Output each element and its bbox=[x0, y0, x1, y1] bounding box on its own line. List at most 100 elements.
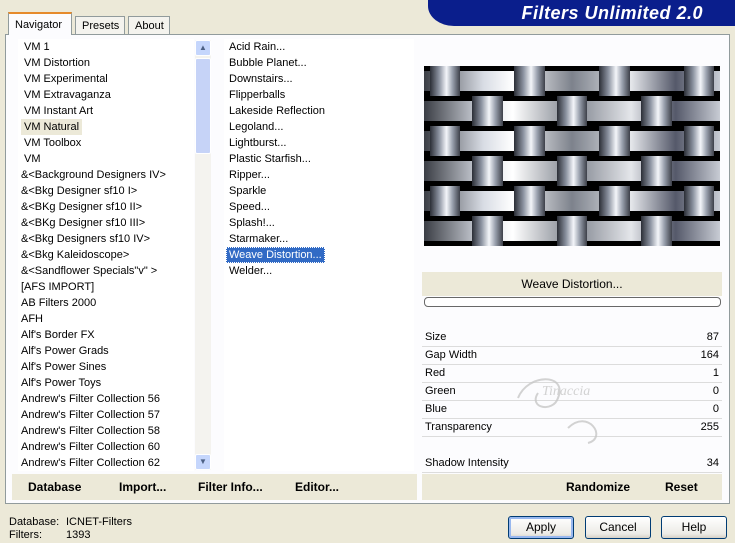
category-item[interactable]: &<Bkg Designer sf10 I> bbox=[18, 183, 140, 199]
import-button[interactable]: Import... bbox=[119, 474, 166, 500]
apply-button[interactable]: Apply bbox=[508, 516, 574, 539]
cancel-button[interactable]: Cancel bbox=[585, 516, 651, 539]
status-filters-value: 1393 bbox=[66, 529, 91, 541]
weave-vertical-strip bbox=[472, 216, 503, 246]
filter-item[interactable]: Flipperballs bbox=[226, 87, 288, 103]
category-item[interactable]: &<Bkg Kaleidoscope> bbox=[18, 247, 132, 263]
filter-item[interactable]: Lightburst... bbox=[226, 135, 289, 151]
weave-horizontal-strip bbox=[424, 131, 720, 151]
category-item[interactable]: &<BKg Designer sf10 II> bbox=[18, 199, 145, 215]
category-scrollbar[interactable]: ▲ ▼ bbox=[195, 40, 211, 470]
category-item[interactable]: AFH bbox=[18, 311, 46, 327]
category-item[interactable]: AB Filters 2000 bbox=[18, 295, 99, 311]
tab-about[interactable]: About bbox=[128, 16, 170, 34]
param-name: Gap Width bbox=[425, 349, 477, 361]
filter-item[interactable]: Ripper... bbox=[226, 167, 273, 183]
category-item[interactable]: VM Distortion bbox=[21, 55, 93, 71]
filter-item[interactable]: Plastic Starfish... bbox=[226, 151, 314, 167]
weave-horizontal-strip bbox=[424, 71, 720, 91]
banner-title: Filters Unlimited 2.0 bbox=[521, 3, 703, 23]
param-name: Size bbox=[425, 331, 447, 343]
filter-item[interactable]: Acid Rain... bbox=[226, 39, 288, 55]
weave-vertical-strip bbox=[683, 186, 715, 216]
editor-button[interactable]: Editor... bbox=[295, 474, 339, 500]
preview-image bbox=[424, 66, 720, 246]
title-banner: Filters Unlimited 2.0 bbox=[428, 0, 735, 26]
weave-vertical-strip bbox=[556, 96, 588, 126]
bottom-toolbar-left: Database Import... Filter Info... Editor… bbox=[12, 474, 417, 500]
scroll-up-icon[interactable]: ▲ bbox=[195, 40, 211, 56]
filter-item[interactable]: Legoland... bbox=[226, 119, 286, 135]
weave-vertical-strip bbox=[429, 186, 461, 216]
param-row[interactable]: Size 87 bbox=[422, 328, 722, 346]
category-item[interactable]: Alf's Power Sines bbox=[18, 359, 109, 375]
randomize-button[interactable]: Randomize bbox=[566, 474, 630, 500]
filter-info-button[interactable]: Filter Info... bbox=[198, 474, 263, 500]
category-item[interactable]: Andrew's Filter Collection 60 bbox=[18, 439, 163, 455]
weave-vertical-strip bbox=[514, 126, 545, 156]
param-value: 164 bbox=[700, 349, 719, 361]
category-item[interactable]: Andrew's Filter Collection 58 bbox=[18, 423, 163, 439]
filter-item[interactable]: Welder... bbox=[226, 263, 275, 279]
watermark-swirl-icon bbox=[517, 378, 598, 444]
category-item[interactable]: Andrew's Filter Collection 56 bbox=[18, 391, 163, 407]
category-item[interactable]: VM bbox=[21, 151, 44, 167]
status-filters-label: Filters: bbox=[9, 529, 42, 541]
help-button[interactable]: Help bbox=[661, 516, 727, 539]
weave-vertical-strip bbox=[683, 66, 715, 96]
progress-bar bbox=[424, 297, 721, 307]
weave-vertical-strip bbox=[472, 156, 503, 186]
weave-vertical-strip bbox=[514, 66, 545, 96]
filter-item[interactable]: Bubble Planet... bbox=[226, 55, 310, 71]
weave-vertical-strip bbox=[429, 66, 461, 96]
bottom-toolbar-right: Randomize Reset bbox=[422, 474, 722, 500]
weave-vertical-strip bbox=[514, 186, 545, 216]
category-item[interactable]: &<Sandflower Specials"v" > bbox=[18, 263, 160, 279]
filter-item[interactable]: Speed... bbox=[226, 199, 273, 215]
param-row[interactable]: Gap Width 164 bbox=[422, 346, 722, 364]
category-item[interactable]: &<Bkg Designers sf10 IV> bbox=[18, 231, 153, 247]
tab-navigator[interactable]: Navigator bbox=[8, 12, 72, 35]
weave-horizontal-strip bbox=[424, 191, 720, 211]
filter-item[interactable]: Weave Distortion... bbox=[226, 247, 325, 263]
category-item[interactable]: VM Instant Art bbox=[21, 103, 96, 119]
weave-vertical-strip bbox=[641, 156, 672, 186]
weave-vertical-strip bbox=[599, 66, 630, 96]
category-item[interactable]: [AFS IMPORT] bbox=[18, 279, 97, 295]
weave-vertical-strip bbox=[599, 126, 630, 156]
category-item[interactable]: Andrew's Filter Collection 57 bbox=[18, 407, 163, 423]
category-item[interactable]: Alf's Power Grads bbox=[18, 343, 112, 359]
param-value: 255 bbox=[700, 421, 719, 433]
category-item[interactable]: Andrew's Filter Collection 62 bbox=[18, 455, 163, 471]
category-item[interactable]: VM Extravaganza bbox=[21, 87, 114, 103]
param-name: Shadow Intensity bbox=[425, 457, 509, 469]
reset-button[interactable]: Reset bbox=[665, 474, 698, 500]
param-shadow-intensity[interactable]: Shadow Intensity 34 bbox=[422, 454, 722, 472]
weave-vertical-strip bbox=[683, 126, 715, 156]
category-item[interactable]: Alf's Power Toys bbox=[18, 375, 104, 391]
category-list[interactable]: VM 1 VM Distortion VM Experimental VM Extra… bbox=[18, 39, 194, 471]
param-value: 0 bbox=[712, 385, 719, 397]
weave-vertical-strip bbox=[641, 96, 672, 126]
filter-list[interactable]: Acid Rain... Bubble Planet... Downstairs..… bbox=[224, 39, 414, 471]
filter-item[interactable]: Downstairs... bbox=[226, 71, 296, 87]
filter-item[interactable]: Starmaker... bbox=[226, 231, 291, 247]
filter-item[interactable]: Sparkle bbox=[226, 183, 269, 199]
category-item[interactable]: VM 1 bbox=[21, 39, 53, 55]
category-item[interactable]: &<BKg Designer sf10 III> bbox=[18, 215, 148, 231]
category-item[interactable]: VM Natural bbox=[21, 119, 83, 135]
scroll-down-icon[interactable]: ▼ bbox=[195, 454, 211, 470]
weave-vertical-strip bbox=[556, 216, 588, 246]
filter-item[interactable]: Lakeside Reflection bbox=[226, 103, 328, 119]
category-item[interactable]: VM Experimental bbox=[21, 71, 111, 87]
param-name: Green bbox=[425, 385, 456, 397]
param-value: 1 bbox=[712, 367, 719, 379]
filter-item[interactable]: Splash!... bbox=[226, 215, 278, 231]
category-item[interactable]: VM Toolbox bbox=[21, 135, 84, 151]
category-item[interactable]: Alf's Border FX bbox=[18, 327, 98, 343]
database-button[interactable]: Database bbox=[28, 474, 81, 500]
scroll-thumb[interactable] bbox=[195, 58, 211, 154]
category-item[interactable]: &<Background Designers IV> bbox=[18, 167, 169, 183]
tab-presets[interactable]: Presets bbox=[75, 16, 125, 34]
weave-vertical-strip bbox=[599, 186, 630, 216]
